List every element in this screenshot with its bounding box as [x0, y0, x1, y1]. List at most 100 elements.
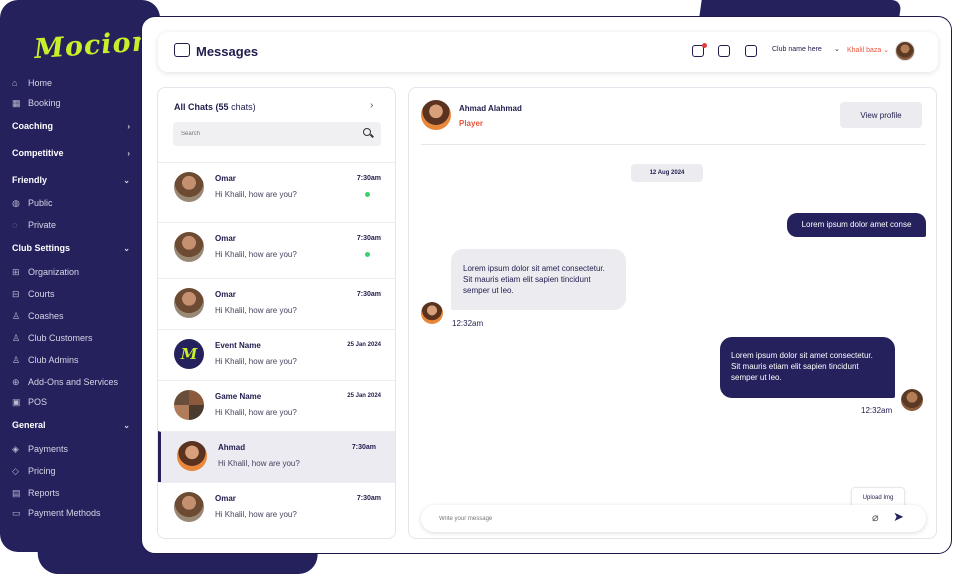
sidebar-item-payment-methods[interactable]: ▭ Payment Methods: [12, 504, 132, 522]
event-logo-avatar: M: [174, 339, 204, 369]
chat-list-item[interactable]: Omar Hi Khalil, how are you? 7:30am: [158, 162, 395, 213]
sidebar-section-label: Friendly: [12, 175, 48, 185]
club-selector[interactable]: Club name here: [772, 46, 822, 53]
sidebar-item-add-ons-and-services[interactable]: ⊕ Add-Ons and Services: [12, 373, 132, 391]
contact-avatar: [421, 100, 451, 130]
sidebar-section-coaching[interactable]: Coaching ›: [12, 117, 130, 135]
sidebar-section-general[interactable]: General ⌄: [12, 416, 130, 434]
chat-preview: Hi Khalil, how are you?: [215, 250, 297, 259]
search-box: [173, 122, 381, 146]
sidebar-item-label: Home: [28, 78, 53, 88]
chat-list-title: All Chats: [174, 102, 214, 112]
sidebar-section-label: General: [12, 420, 46, 430]
app-logo: Mocion: [33, 25, 154, 66]
sidebar-section-friendly[interactable]: Friendly ⌄: [12, 171, 130, 189]
sidebar-item-payments[interactable]: ◈ Payments: [12, 440, 132, 458]
message-composer: ⌀ ➤: [421, 505, 926, 532]
sidebar-item-label: Pricing: [28, 466, 56, 476]
chat-time: 7:30am: [356, 175, 381, 182]
sidebar-item-label: Coashes: [28, 311, 64, 321]
sidebar-item-reports[interactable]: ▤ Reports: [12, 484, 132, 502]
club-chevron-down-icon[interactable]: ⌄: [834, 45, 840, 53]
chat-avatar: [174, 232, 204, 262]
user-menu[interactable]: Khalil baza ⌄: [847, 46, 889, 54]
sidebar-item-label: Public: [28, 198, 53, 208]
chat-avatar: [174, 288, 204, 318]
sidebar-item-public[interactable]: ◍ Public: [12, 194, 132, 212]
sidebar-item-label: Private: [28, 220, 57, 230]
chat-list-item[interactable]: Omar Hi Khalil, how are you? 7:30am: [158, 278, 395, 329]
sidebar-item-label: Organization: [28, 267, 80, 277]
sidebar-item-club-admins[interactable]: ♙ Club Admins: [12, 351, 132, 369]
phone-icon[interactable]: [745, 45, 757, 57]
outgoing-message-time: 12:32am: [861, 406, 893, 415]
chat-avatar: [177, 441, 207, 471]
notification-dot: [702, 43, 707, 48]
chevron-icon: ›: [127, 121, 130, 131]
chat-time: 25 Jan 2024: [347, 342, 381, 348]
sidebar-item-home[interactable]: ⌂ Home: [12, 74, 132, 92]
chat-list-item[interactable]: Omar Hi Khalil, how are you? 7:30am: [158, 482, 395, 533]
chevron-icon: ⌄: [123, 420, 130, 430]
contact-name: Ahmad Alahmad: [459, 104, 522, 113]
send-icon[interactable]: ➤: [893, 509, 904, 525]
chat-name: Omar: [215, 290, 236, 299]
sidebar-item-club-customers[interactable]: ♙ Club Customers: [12, 329, 132, 347]
customers-icon: ♙: [12, 332, 21, 343]
addons-icon: ⊕: [12, 376, 20, 387]
chat-time: 7:30am: [356, 291, 381, 298]
attachment-icon[interactable]: ⌀: [872, 511, 879, 524]
date-separator: 12 Aug 2024: [631, 164, 703, 182]
payments-icon: ◈: [12, 443, 19, 454]
chat-icon[interactable]: [718, 45, 730, 57]
message-input[interactable]: [439, 512, 839, 526]
sidebar-section-label: Competitive: [12, 148, 64, 158]
chat-preview: Hi Khalil, how are you?: [215, 357, 297, 366]
home-icon: ⌂: [12, 78, 18, 88]
divider: [421, 144, 926, 145]
chat-list-item[interactable]: M Event Name Hi Khalil, how are you? 25 Jan…: [158, 329, 395, 380]
chat-time: 25 Jan 2024: [347, 393, 381, 399]
sidebar-section-competitive[interactable]: Competitive ›: [12, 144, 130, 162]
sidebar-item-label: Club Admins: [28, 355, 79, 365]
chevron-right-icon[interactable]: ›: [370, 100, 373, 111]
page-title: Messages: [196, 44, 259, 59]
sidebar-item-organization[interactable]: ⊞ Organization: [12, 263, 132, 281]
sidebar-item-label: Booking: [28, 98, 61, 108]
chat-name: Game Name: [215, 392, 262, 401]
private-icon: ◌: [12, 220, 18, 230]
courts-icon: ⊟: [12, 288, 20, 299]
chat-avatar: [174, 492, 204, 522]
sidebar-item-pos[interactable]: ▣ POS: [12, 393, 132, 411]
organization-icon: ⊞: [12, 266, 20, 277]
chat-list-header: All Chats (55 chats): [174, 102, 256, 112]
sidebar-item-label: POS: [28, 397, 48, 407]
sidebar-item-private[interactable]: ◌ Private: [12, 216, 132, 234]
sidebar-item-label: Club Customers: [28, 333, 93, 343]
sidebar-section-label: Club Settings: [12, 243, 70, 253]
sidebar-item-label: Reports: [28, 488, 60, 498]
chevron-icon: ⌄: [123, 243, 130, 253]
online-status-dot: [365, 252, 370, 257]
chat-list-item[interactable]: Game Name Hi Khalil, how are you? 25 Jan 2…: [158, 380, 395, 431]
sidebar-item-courts[interactable]: ⊟ Courts: [12, 285, 132, 303]
chevron-icon: ›: [127, 148, 130, 158]
search-input[interactable]: [181, 127, 341, 141]
search-icon[interactable]: [363, 128, 371, 136]
user-avatar[interactable]: [895, 41, 915, 61]
group-avatar: [174, 390, 204, 420]
sidebar-item-pricing[interactable]: ◇ Pricing: [12, 462, 132, 480]
chat-count: (55 chats): [215, 102, 256, 112]
conversation-panel: Ahmad Alahmad Player View profile 12 Aug…: [408, 87, 937, 539]
sidebar-section-club-settings[interactable]: Club Settings ⌄: [12, 239, 130, 257]
view-profile-button[interactable]: View profile: [840, 102, 922, 128]
user-name: Khalil baza: [847, 47, 882, 54]
chat-list-item[interactable]: Omar Hi Khalil, how are you? 7:30am: [158, 222, 395, 273]
own-avatar: [901, 389, 923, 411]
chat-list-panel: All Chats (55 chats) › Omar Hi Khalil, ho…: [157, 87, 396, 539]
sidebar-item-booking[interactable]: ▦ Booking: [12, 94, 132, 112]
chat-list-item[interactable]: Ahmad Hi Khalil, how are you? 7:30am: [158, 431, 395, 482]
sidebar-item-coashes[interactable]: ♙ Coashes: [12, 307, 132, 325]
chat-name: Ahmad: [218, 443, 246, 452]
sender-avatar: [421, 302, 443, 324]
